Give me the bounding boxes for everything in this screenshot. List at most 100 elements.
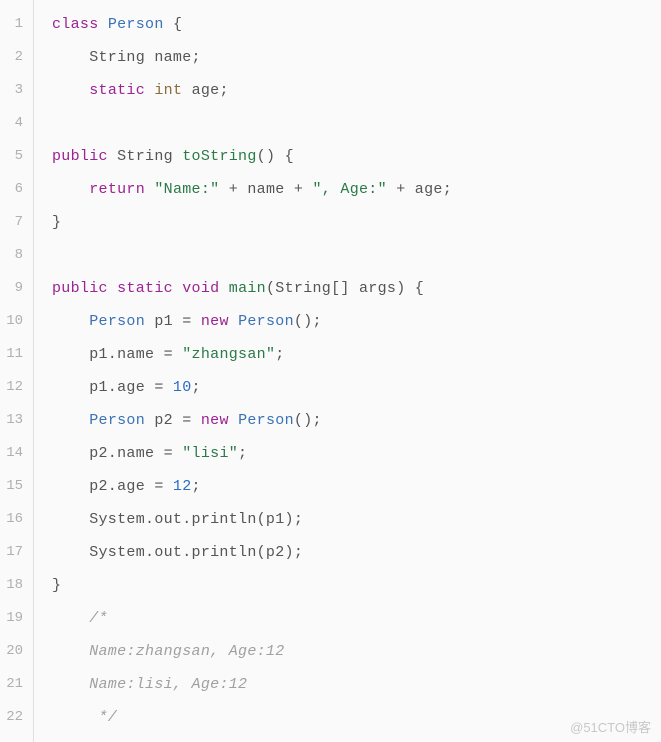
line-number: 11: [0, 338, 33, 371]
line-number: 12: [0, 371, 33, 404]
token: System.out.println(p2);: [52, 544, 303, 561]
code-line: String name;: [52, 41, 661, 74]
code-line: p2.name = "lisi";: [52, 437, 661, 470]
token: [52, 82, 89, 99]
line-number: 7: [0, 206, 33, 239]
code-line: Person p1 = new Person();: [52, 305, 661, 338]
code-line: p1.age = 10;: [52, 371, 661, 404]
token: System.out.println(p1);: [52, 511, 303, 528]
line-number: 8: [0, 239, 33, 272]
token: return: [89, 181, 154, 198]
token: {: [173, 16, 182, 33]
line-number: 18: [0, 569, 33, 602]
token: int: [154, 82, 191, 99]
line-number-gutter: 12345678910111213141516171819202122: [0, 0, 34, 742]
token: [52, 313, 89, 330]
token: ;: [192, 379, 201, 396]
token: Name:zhangsan, Age:12: [52, 643, 285, 660]
token: p1 =: [154, 313, 201, 330]
token: p2.name =: [52, 445, 182, 462]
line-number: 22: [0, 701, 33, 734]
token: Person: [108, 16, 173, 33]
token: 10: [173, 379, 192, 396]
line-number: 1: [0, 8, 33, 41]
token: Person: [238, 313, 294, 330]
line-number: 3: [0, 74, 33, 107]
token: static: [89, 82, 154, 99]
token: /*: [52, 610, 108, 627]
line-number: 14: [0, 437, 33, 470]
code-line: public String toString() {: [52, 140, 661, 173]
token: () {: [257, 148, 294, 165]
code-line: class Person {: [52, 8, 661, 41]
line-number: 17: [0, 536, 33, 569]
token: String: [117, 148, 182, 165]
code-line: public static void main(String[] args) {: [52, 272, 661, 305]
token: p1.name =: [52, 346, 182, 363]
token: }: [52, 214, 61, 231]
token: 12: [173, 478, 192, 495]
token: Person: [238, 412, 294, 429]
token: }: [52, 577, 61, 594]
code-line: p2.age = 12;: [52, 470, 661, 503]
code-line: Name:zhangsan, Age:12: [52, 635, 661, 668]
token: ;: [192, 478, 201, 495]
token: Person: [89, 313, 154, 330]
token: static: [117, 280, 182, 297]
token: ();: [294, 313, 322, 330]
code-line: }: [52, 206, 661, 239]
token: new: [201, 412, 238, 429]
code-block: 12345678910111213141516171819202122 clas…: [0, 0, 661, 742]
token: (String[] args) {: [266, 280, 424, 297]
token: Person: [89, 412, 154, 429]
token: "zhangsan": [182, 346, 275, 363]
line-number: 2: [0, 41, 33, 74]
code-line: static int age;: [52, 74, 661, 107]
token: ;: [238, 445, 247, 462]
token: p2.age =: [52, 478, 173, 495]
token: "lisi": [182, 445, 238, 462]
line-number: 15: [0, 470, 33, 503]
code-line: [52, 239, 661, 272]
token: public: [52, 280, 117, 297]
line-number: 4: [0, 107, 33, 140]
token: ", Age:": [312, 181, 386, 198]
line-number: 10: [0, 305, 33, 338]
line-number: 21: [0, 668, 33, 701]
token: String name;: [52, 49, 201, 66]
token: ;: [275, 346, 284, 363]
token: toString: [182, 148, 256, 165]
token: class: [52, 16, 108, 33]
token: + name +: [219, 181, 312, 198]
token: ();: [294, 412, 322, 429]
code-line: }: [52, 569, 661, 602]
token: p1.age =: [52, 379, 173, 396]
code-line: [52, 107, 661, 140]
line-number: 9: [0, 272, 33, 305]
code-line: /*: [52, 602, 661, 635]
line-number: 5: [0, 140, 33, 173]
token: main: [229, 280, 266, 297]
token: p2 =: [154, 412, 201, 429]
token: age;: [192, 82, 229, 99]
code-line: System.out.println(p2);: [52, 536, 661, 569]
line-number: 19: [0, 602, 33, 635]
token: [52, 181, 89, 198]
line-number: 16: [0, 503, 33, 536]
token: + age;: [387, 181, 452, 198]
code-line: System.out.println(p1);: [52, 503, 661, 536]
watermark: @51CTO博客: [570, 717, 651, 736]
line-number: 20: [0, 635, 33, 668]
token: new: [201, 313, 238, 330]
token: [52, 412, 89, 429]
code-content: class Person { String name; static int a…: [34, 0, 661, 742]
token: void: [182, 280, 229, 297]
token: */: [52, 709, 117, 726]
token: Name:lisi, Age:12: [52, 676, 247, 693]
token: public: [52, 148, 117, 165]
code-line: p1.name = "zhangsan";: [52, 338, 661, 371]
token: "Name:": [154, 181, 219, 198]
line-number: 6: [0, 173, 33, 206]
line-number: 13: [0, 404, 33, 437]
code-line: return "Name:" + name + ", Age:" + age;: [52, 173, 661, 206]
